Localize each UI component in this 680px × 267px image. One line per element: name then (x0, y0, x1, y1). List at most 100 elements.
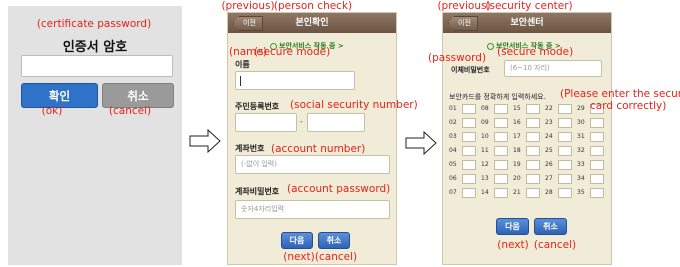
security-card-number: 03 (449, 133, 457, 140)
security-card-number: 01 (449, 105, 457, 112)
annotation-password: (password) (428, 52, 487, 64)
annotation-previous: (previous) (437, 0, 491, 12)
security-card-input[interactable] (558, 146, 572, 156)
security-card-input[interactable] (494, 104, 508, 114)
security-card-input[interactable] (462, 118, 476, 128)
security-card-input[interactable] (590, 132, 604, 142)
security-card-input[interactable] (526, 174, 540, 184)
security-card-input[interactable] (558, 174, 572, 184)
security-card-number: 30 (577, 119, 585, 126)
annotation-account-password: (account password) (287, 183, 391, 195)
security-card-number: 20 (513, 175, 521, 182)
account-number-input[interactable]: (-없이 입력) (235, 155, 390, 174)
annotation-ssn: (social security number) (290, 99, 418, 111)
security-card-number: 18 (513, 147, 521, 154)
security-card-input[interactable] (462, 174, 476, 184)
security-card-input[interactable] (494, 146, 508, 156)
security-card-input[interactable] (526, 118, 540, 128)
security-card-input[interactable] (494, 174, 508, 184)
annotation-secure-mode: (secure mode) (497, 46, 574, 58)
security-card-input[interactable] (462, 160, 476, 170)
certificate-password-screen: 인증서 암호 확인 취소 (8, 6, 182, 265)
certificate-password-title: 인증서 암호 (62, 40, 128, 55)
next-button[interactable]: 다음 (281, 232, 313, 249)
security-card-input[interactable] (526, 146, 540, 156)
security-card-number: 12 (481, 161, 489, 168)
security-card-number: 32 (577, 147, 585, 154)
annotation-secure-mode: (secure mode) (254, 46, 331, 58)
right-arrow-icon (405, 131, 437, 155)
annotation-instruction-line1: (Please enter the security (560, 88, 680, 100)
text-cursor (240, 76, 241, 86)
annotation-next: (next) (497, 239, 529, 251)
security-card-input[interactable] (558, 160, 572, 170)
security-card-number: 08 (481, 105, 489, 112)
security-card-input[interactable] (462, 146, 476, 156)
security-card-input[interactable] (590, 188, 604, 198)
security-card-number: 04 (449, 147, 457, 154)
secure-status-icon (487, 42, 494, 50)
security-card-number: 16 (513, 119, 521, 126)
security-card-number: 27 (545, 175, 553, 182)
annotation-certificate-password: (certificate password) (36, 18, 152, 30)
security-card-number: 14 (481, 189, 489, 196)
security-card-input[interactable] (558, 188, 572, 198)
transfer-password-label: 이체비밀번호 (451, 66, 490, 74)
security-card-number: 29 (577, 105, 585, 112)
name-input[interactable] (235, 71, 355, 90)
certificate-password-input[interactable] (21, 55, 173, 77)
security-card-input[interactable] (558, 132, 572, 142)
account-password-input[interactable]: 숫자4자리입력 (235, 200, 390, 219)
security-card-number: 25 (545, 147, 553, 154)
page-title: 본인확인 (295, 18, 329, 28)
security-card-number: 35 (577, 189, 585, 196)
account-password-label: 계좌비밀번호 (235, 187, 280, 196)
security-card-number: 19 (513, 161, 521, 168)
ssn-separator: - (300, 117, 303, 126)
security-card-input[interactable] (462, 132, 476, 142)
annotation-cancel: (cancel) (108, 105, 152, 117)
annotation-cancel: (cancel) (314, 251, 358, 263)
security-card-input[interactable] (590, 118, 604, 128)
cancel-button[interactable]: 취소 (318, 232, 350, 249)
security-card-number: 28 (545, 189, 553, 196)
security-card-input[interactable] (494, 188, 508, 198)
security-card-input[interactable] (526, 188, 540, 198)
security-card-input[interactable] (590, 174, 604, 184)
name-label: 이름 (235, 60, 250, 69)
security-card-number: 11 (481, 147, 489, 154)
annotation-account-number: (account number) (271, 143, 366, 155)
security-card-number: 09 (481, 119, 489, 126)
ssn-label: 주민등록번호 (235, 102, 280, 111)
nav-bar: 이전 보안센터 (443, 13, 611, 33)
security-card-input[interactable] (494, 132, 508, 142)
account-number-label: 계좌번호 (235, 144, 265, 153)
security-card-input[interactable] (494, 118, 508, 128)
security-card-input[interactable] (462, 188, 476, 198)
security-card-input[interactable] (526, 132, 540, 142)
security-card-input[interactable] (526, 160, 540, 170)
annotation-ok: (ok) (41, 105, 63, 117)
nav-bar: 이전 본인확인 (228, 13, 396, 33)
security-card-input[interactable] (558, 118, 572, 128)
security-card-input[interactable] (526, 104, 540, 114)
security-card-number: 17 (513, 133, 521, 140)
page-title: 보안센터 (510, 18, 544, 28)
security-card-input[interactable] (590, 160, 604, 170)
security-card-input[interactable] (558, 104, 572, 114)
security-card-number: 22 (545, 105, 553, 112)
annotation-next: (next) (283, 251, 315, 263)
security-card-input[interactable] (494, 160, 508, 170)
security-card-input[interactable] (462, 104, 476, 114)
cancel-button[interactable]: 취소 (534, 218, 567, 235)
security-card-number: 34 (577, 175, 585, 182)
security-card-number: 31 (577, 133, 585, 140)
ssn-front-input[interactable] (235, 113, 297, 132)
security-card-instruction: 보안카드를 정확하게 입력하세요. (449, 93, 546, 101)
security-card-number: 10 (481, 133, 489, 140)
security-card-input[interactable] (590, 146, 604, 156)
ssn-back-input[interactable] (307, 113, 365, 132)
transfer-password-input[interactable]: (6~10 자리) (504, 60, 602, 77)
next-button[interactable]: 다음 (496, 218, 529, 235)
security-card-number: 33 (577, 161, 585, 168)
